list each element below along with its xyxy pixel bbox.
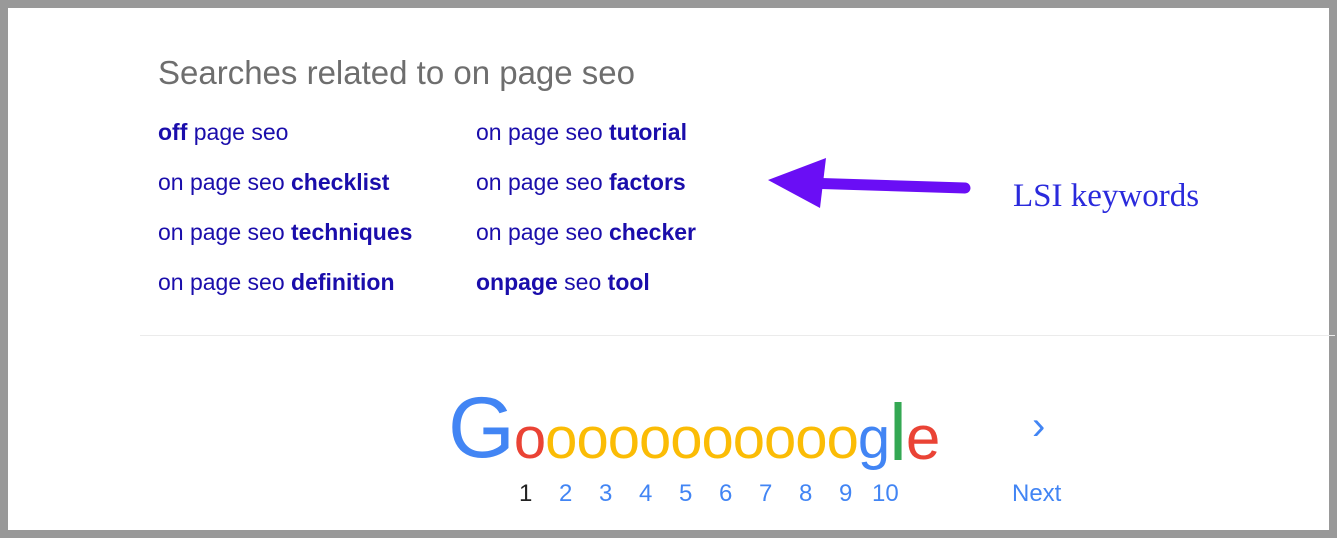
page-number[interactable]: 8 — [799, 479, 812, 509]
related-searches-heading: Searches related to on page seo — [158, 54, 636, 91]
related-link-factors[interactable]: on page seo factors — [476, 166, 686, 198]
related-link-tutorial[interactable]: on page seo tutorial — [476, 116, 687, 148]
page-number[interactable]: 4 — [639, 479, 652, 509]
page-number[interactable]: 10 — [872, 479, 899, 509]
related-link-checker[interactable]: on page seo checker — [476, 216, 696, 248]
logo-letter-o-current: o — [513, 406, 546, 471]
logo-letter-o[interactable]: o — [639, 410, 671, 468]
logo-letter-o[interactable]: o — [670, 410, 702, 468]
logo-letter-e: e — [905, 404, 940, 473]
related-link-techniques[interactable]: on page seo techniques — [158, 216, 412, 248]
logo-letter-o[interactable]: o — [608, 410, 640, 468]
annotation-label: LSI keywords — [1013, 178, 1200, 214]
logo-letter-o[interactable]: o — [795, 410, 827, 468]
page-number-current: 1 — [519, 480, 533, 507]
related-link-definition[interactable]: on page seo definition — [158, 266, 395, 298]
section-divider — [140, 335, 1335, 336]
page-number[interactable]: 5 — [679, 479, 692, 509]
related-link-off-page-seo[interactable]: off page seo — [158, 116, 288, 148]
logo-letter-l: l — [889, 388, 907, 477]
logo-letter-o[interactable]: o — [576, 410, 608, 468]
page-number[interactable]: 7 — [759, 479, 772, 509]
logo-letter-o[interactable]: o — [702, 410, 734, 468]
logo-letter-o[interactable]: o — [733, 410, 765, 468]
related-link-onpage-seo-tool[interactable]: onpage seo tool — [476, 266, 650, 298]
logo-letter-o[interactable]: o — [545, 410, 577, 468]
google-pagination-logo: G o o o o o o o o o o o g l e — [448, 380, 940, 477]
screenshot-frame: Searches related to on page seo off page… — [0, 0, 1337, 538]
logo-letter-o[interactable]: o — [764, 410, 796, 468]
page-number[interactable]: 2 — [559, 479, 572, 509]
related-link-checklist[interactable]: on page seo checklist — [158, 166, 389, 198]
logo-letter-G: G — [448, 380, 515, 476]
logo-letter-o[interactable]: o — [827, 410, 859, 468]
page-number[interactable]: 6 — [719, 479, 732, 509]
next-page-link[interactable]: Next — [1012, 479, 1061, 509]
annotation-arrow-icon — [768, 158, 971, 208]
page-number[interactable]: 3 — [599, 479, 612, 509]
logo-letter-g: g — [857, 406, 890, 471]
next-chevron-icon[interactable]: › — [1032, 406, 1045, 446]
page-number[interactable]: 9 — [839, 479, 852, 509]
